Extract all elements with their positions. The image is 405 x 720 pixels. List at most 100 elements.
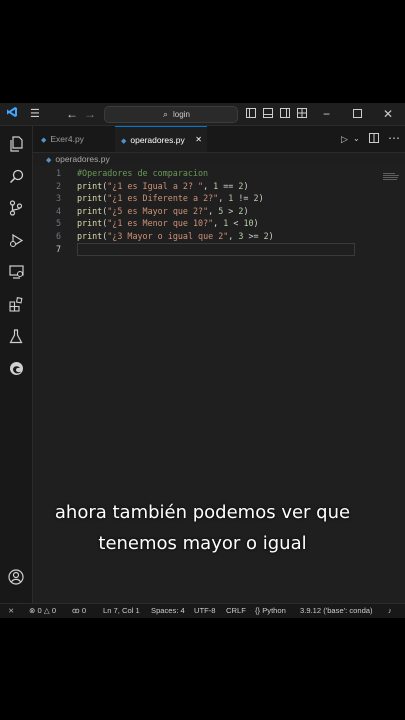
maximize-icon[interactable] [353, 106, 362, 122]
radio-tower-icon: ꝏ [72, 606, 80, 615]
code-token: print [77, 218, 103, 229]
code-token: , [208, 205, 219, 216]
problems-indicator[interactable]: ⊗ 0 △ 0 [29, 604, 56, 618]
run-debug-icon[interactable] [6, 230, 26, 250]
code-line[interactable]: 6 print("¿3 Mayor o igual que 2", 3 >= 2) [33, 230, 405, 243]
caption-line-2: tenemos mayor o igual [98, 533, 307, 554]
search-icon: ⌕ [163, 109, 169, 119]
back-arrow-icon[interactable]: ← [66, 106, 78, 122]
code-token: #Operadores de comparacion [77, 168, 209, 178]
run-dropdown-chevron-icon[interactable]: ⌄ [353, 131, 360, 147]
code-text[interactable]: print("¿5 es Mayor que 2?", 5 > 2) [77, 205, 248, 218]
line-number: 1 [55, 168, 61, 178]
code-token: ) [243, 205, 249, 216]
code-text[interactable]: print("¿3 Mayor o igual que 2", 3 >= 2) [77, 230, 274, 243]
code-line[interactable]: 2 print("¿1 es Igual a 2? ", 1 == 2) [33, 180, 405, 193]
code-token: , [213, 218, 224, 229]
editor-tabs: ◆ Exer4.py ◆ operadores.py ✕ ▷ ⌄ ⋯ [33, 126, 405, 153]
breadcrumb[interactable]: ◆ operadores.py [46, 152, 110, 166]
cursor-position[interactable]: Ln 7, Col 1 [103, 604, 140, 618]
code-token: ) [268, 231, 274, 241]
code-line[interactable]: 7 [33, 242, 405, 256]
line-number: 3 [55, 193, 61, 204]
source-control-icon[interactable] [6, 198, 26, 218]
code-token: print [77, 193, 103, 204]
code-token: != [233, 193, 254, 204]
code-line[interactable]: 3 print("¿1 es Diferente a 2?", 1 != 2) [33, 192, 405, 205]
close-window-icon[interactable]: ✕ [383, 106, 393, 122]
notifications-bell-icon[interactable]: ♪ [388, 604, 392, 618]
breadcrumb-file[interactable]: operadores.py [55, 154, 109, 164]
menu-icon[interactable]: ☰ [30, 106, 40, 122]
ports-indicator[interactable]: ꝏ 0 [72, 604, 86, 618]
code-token: print [77, 231, 103, 241]
tab-exer4[interactable]: ◆ Exer4.py [41, 126, 115, 152]
code-token: "¿3 Mayor o igual que 2" [107, 231, 229, 241]
code-token: print [77, 205, 103, 216]
code-token: 10 [243, 218, 254, 229]
code-token: ) [253, 218, 259, 229]
tab-label: operadores.py [130, 135, 185, 145]
code-token: < [228, 218, 244, 229]
layout-icon[interactable] [297, 106, 307, 122]
toggle-panel-icon[interactable] [263, 106, 273, 122]
toggle-sidebar-icon[interactable] [246, 106, 256, 122]
extensions-icon[interactable] [6, 294, 26, 314]
code-token: "¿1 es Igual a 2? " [107, 180, 204, 191]
code-text[interactable]: #Operadores de comparacion [77, 167, 208, 180]
code-token: == [218, 180, 239, 191]
code-token: , [203, 180, 214, 191]
line-number: 7 [55, 243, 61, 254]
vscode-logo-icon[interactable] [6, 106, 18, 122]
warning-count: 0 [51, 606, 57, 615]
search-view-icon[interactable] [6, 166, 26, 186]
code-line[interactable]: 4 print("¿5 es Mayor que 2?", 5 > 2) [33, 205, 405, 218]
code-line[interactable]: 1 #Operadores de comparacion [33, 167, 405, 180]
account-icon[interactable] [6, 567, 26, 587]
code-token: ) [258, 193, 264, 204]
indentation[interactable]: Spaces: 4 [151, 604, 185, 618]
close-tab-icon[interactable]: ✕ [195, 127, 202, 153]
end-of-line[interactable]: CRLF [226, 604, 246, 618]
run-python-file-icon[interactable]: ▷ [341, 131, 348, 147]
encoding[interactable]: UTF-8 [194, 604, 216, 618]
command-center-search[interactable]: ⌕ login [104, 106, 238, 123]
current-line-highlight [77, 242, 355, 256]
language-mode[interactable]: {} Python [255, 604, 286, 618]
remote-indicator-icon[interactable]: ⨯ [8, 604, 14, 618]
split-editor-icon[interactable] [369, 131, 379, 147]
error-count: 0 [37, 606, 42, 615]
code-text[interactable]: print("¿1 es Menor que 10?", 1 < 10) [77, 217, 259, 230]
code-token: print [77, 180, 103, 191]
status-bar: ⨯ ⊗ 0 △ 0 ꝏ 0 Ln 7, Col 1 Spaces: 4 UTF-… [0, 603, 405, 618]
toggle-secondary-sidebar-icon[interactable] [280, 106, 290, 122]
python-file-icon: ◆ [41, 137, 47, 144]
python-interpreter[interactable]: 3.9.12 ('base': conda) [300, 604, 373, 618]
language-label: Python [262, 606, 286, 615]
code-token: >= [243, 231, 264, 241]
activity-bar [0, 126, 33, 616]
code-token: "¿5 es Mayor que 2?" [107, 205, 209, 216]
minimize-icon[interactable]: − [323, 106, 330, 122]
forward-arrow-icon[interactable]: → [84, 106, 96, 122]
code-text[interactable]: print("¿1 es Diferente a 2?", 1 != 2) [77, 192, 264, 205]
more-actions-icon[interactable]: ⋯ [388, 130, 400, 146]
testing-flask-icon[interactable] [6, 326, 26, 346]
line-number: 6 [55, 231, 61, 241]
search-text: login [173, 110, 190, 119]
code-text[interactable]: print("¿1 es Igual a 2? ", 1 == 2) [77, 180, 248, 193]
line-number: 5 [55, 218, 61, 229]
explorer-icon[interactable] [6, 134, 26, 154]
remote-explorer-icon[interactable] [6, 262, 26, 282]
braces-icon: {} [255, 606, 261, 615]
code-token: "¿1 es Diferente a 2?" [107, 193, 219, 204]
line-number: 2 [55, 180, 61, 191]
edge-browser-icon[interactable] [6, 358, 26, 378]
code-line[interactable]: 5 print("¿1 es Menor que 10?", 1 < 10) [33, 217, 405, 230]
error-icon: ⊗ [29, 606, 36, 615]
code-token: > [223, 205, 239, 216]
tab-operadores[interactable]: ◆ operadores.py ✕ [115, 126, 207, 152]
python-file-icon: ◆ [46, 157, 52, 164]
code-token: ) [243, 180, 249, 191]
python-file-icon: ◆ [121, 138, 127, 145]
